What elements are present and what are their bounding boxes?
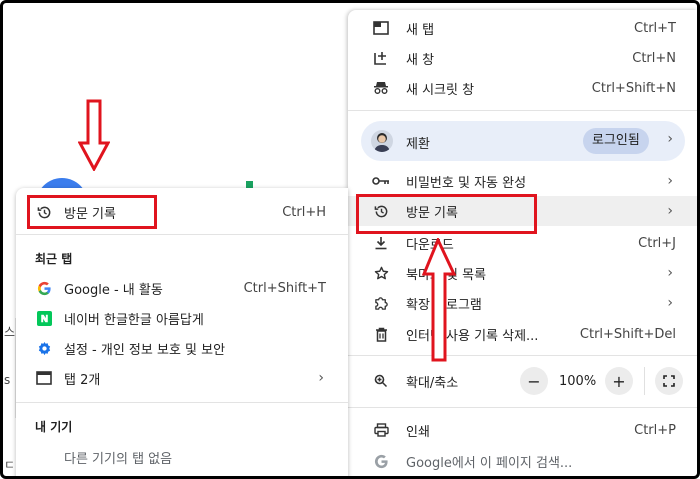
avatar [371,130,393,152]
menu-label: 인쇄 [406,424,430,440]
submenu-divider [16,234,348,235]
fullscreen-button[interactable] [655,367,683,395]
fullscreen-icon [663,375,675,387]
chrome-main-menu: 새 탭 Ctrl+T 새 창 Ctrl+N 새 시크릿 창 Ctrl+Shift… [348,10,697,479]
recent-item-window[interactable]: 탭 2개 › [16,363,348,393]
naver-icon [35,309,53,327]
menu-label: 새 시크릿 창 [406,82,475,98]
menu-shortcut: Ctrl+P [634,422,676,438]
menu-label: 비밀번호 및 자동 완성 [406,175,527,191]
highlight-box-submenu-history [27,195,157,229]
menu-shortcut: Ctrl+Shift+N [591,80,676,96]
chevron-right-icon: › [667,295,673,311]
menu-item-passwords[interactable]: 비밀번호 및 자동 완성 › [348,166,697,196]
key-icon [372,172,390,190]
annotation-arrow-up [421,238,456,362]
google-icon [372,452,390,470]
recent-item-label: 탭 2개 [64,372,101,388]
menu-divider [348,355,697,356]
recent-tabs-heading: 최근 탭 [35,252,73,266]
chevron-right-icon: › [667,131,673,147]
recent-item[interactable]: 설정 - 개인 정보 보호 및 보안 [16,333,348,363]
new-tab-icon [372,19,390,37]
zoom-level: 100% [559,374,597,389]
zoom-icon [372,372,390,390]
menu-item-clear-data[interactable]: 인터넷 사용 기록 삭제... Ctrl+Shift+Del [348,319,697,349]
menu-shortcut: Ctrl+N [632,50,676,66]
settings-gear-icon [35,339,53,357]
print-icon [372,421,390,439]
submenu-shortcut: Ctrl+H [282,204,326,220]
chevron-right-icon: › [667,173,673,189]
chevron-right-icon: › [318,370,324,386]
star-icon [372,264,390,282]
zoom-out-button[interactable]: − [520,367,548,395]
recent-item-label: Google - 내 활동 [64,282,163,298]
new-window-icon [372,49,390,67]
recent-item[interactable]: 네이버 한글한글 아름답게 [16,303,348,333]
recent-item-label: 설정 - 개인 정보 보호 및 보안 [64,342,226,358]
puzzle-icon [372,294,390,312]
trash-icon [372,325,390,343]
my-devices-heading: 내 기기 [35,420,73,434]
google-icon [35,279,53,297]
menu-item-new-tab[interactable]: 새 탭 Ctrl+T [348,13,697,43]
menu-divider [348,407,697,408]
download-icon [372,234,390,252]
profile-item[interactable]: 제환 로그인됨 › [361,121,685,161]
recent-item-label: 네이버 한글한글 아름답게 [64,312,204,328]
menu-item-bookmarks[interactable]: 북마크 및 목록 › [348,258,697,288]
history-submenu: 방문 기록 Ctrl+H 최근 탭 Google - 내 활동 Ctrl+Shi… [16,188,348,479]
menu-divider [348,110,697,111]
menu-item-print[interactable]: 인쇄 Ctrl+P [348,415,697,445]
window-icon [35,369,53,387]
highlight-box-menu-history [356,194,537,234]
menu-label: Google에서 이 페이지 검색... [406,455,573,471]
signed-in-badge: 로그인됨 [583,128,649,154]
menu-item-extensions[interactable]: 확장 프로그램 › [348,288,697,318]
menu-item-incognito[interactable]: 새 시크릿 창 Ctrl+Shift+N [348,73,697,103]
no-device-tabs-text: 다른 기기의 탭 없음 [64,452,173,467]
annotation-arrow-down [78,99,110,171]
menu-item-find-google[interactable]: Google에서 이 페이지 검색... [348,446,697,476]
menu-shortcut: Ctrl+T [634,20,676,36]
incognito-icon [372,79,390,97]
chevron-right-icon: › [667,203,673,219]
submenu-divider [16,402,348,403]
zoom-divider [644,367,645,395]
menu-shortcut: Ctrl+Shift+Del [579,326,676,342]
menu-item-new-window[interactable]: 새 창 Ctrl+N [348,43,697,73]
recent-item[interactable]: Google - 내 활동 Ctrl+Shift+T [16,273,348,303]
profile-name: 제환 [406,137,430,152]
menu-label: 새 탭 [406,22,435,38]
menu-label: 확대/축소 [406,375,459,391]
chevron-right-icon: › [667,265,673,281]
background-text: s [4,373,11,387]
menu-shortcut: Ctrl+J [638,235,676,251]
zoom-in-button[interactable]: + [605,367,633,395]
background-text: ㄷ [4,458,16,472]
background-text: 스 [4,325,16,339]
menu-label: 새 창 [406,52,435,68]
recent-item-shortcut: Ctrl+Shift+T [243,280,326,296]
